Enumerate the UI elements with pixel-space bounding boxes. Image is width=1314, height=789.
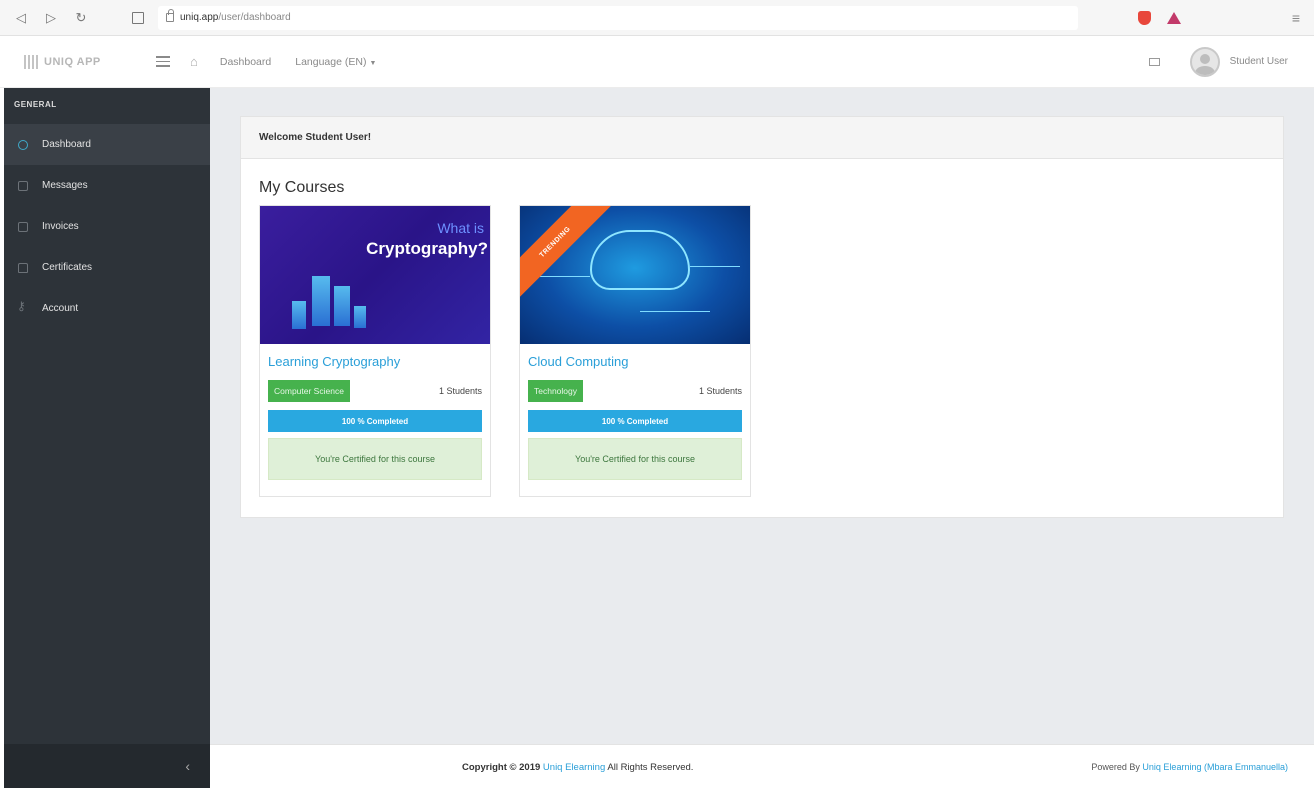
- brave-rewards-icon[interactable]: [1167, 11, 1181, 24]
- circuit-line: [640, 311, 710, 312]
- powered-link[interactable]: Uniq Elearning (Mbara Emmanuella): [1142, 762, 1288, 772]
- thumbnail-text-main: Cryptography?: [366, 239, 488, 258]
- copyright-text: Copyright © 2019 Uniq Elearning All Righ…: [462, 762, 693, 773]
- ribbon-text: TRENDING: [538, 225, 572, 259]
- section-title: My Courses: [259, 179, 345, 196]
- course-list: What is Cryptography? Learning Cryptogra…: [259, 205, 1283, 497]
- course-card-cloud-computing[interactable]: TRENDING Cloud Computing Technology 1 St…: [519, 205, 751, 497]
- url-host: uniq.app: [180, 12, 219, 23]
- circuit-line: [690, 266, 740, 267]
- progress-label: 100 % Completed: [341, 416, 409, 426]
- browser-menu-icon[interactable]: ≡: [1292, 10, 1300, 26]
- course-card-cryptography[interactable]: What is Cryptography? Learning Cryptogra…: [259, 205, 491, 497]
- certificates-icon: [18, 262, 28, 273]
- course-thumbnail[interactable]: TRENDING: [520, 206, 750, 344]
- page-footer: Copyright © 2019 Uniq Elearning All Righ…: [210, 744, 1314, 789]
- messages-icon: [18, 180, 28, 191]
- sidebar-item-dashboard[interactable]: Dashboard: [4, 124, 210, 165]
- progress-label: 100 % Completed: [601, 416, 669, 426]
- category-badge: Computer Science: [268, 380, 350, 402]
- category-badge: Technology: [528, 380, 584, 402]
- avatar[interactable]: [1189, 46, 1220, 77]
- sidebar-item-label: Invoices: [42, 221, 79, 232]
- chevron-left-icon: ‹: [185, 758, 190, 774]
- student-count: 1 Students: [438, 386, 482, 396]
- dashboard-icon: [18, 139, 28, 150]
- forward-icon[interactable]: ▷: [40, 7, 62, 29]
- main-content: Welcome Student User! My Courses What is…: [210, 88, 1314, 744]
- cloud-illustration: [590, 230, 690, 290]
- app-header: UNIQ APP ⌂ Dashboard Language (EN) ▼ Stud…: [0, 36, 1314, 88]
- home-icon[interactable]: ⌂: [190, 54, 198, 69]
- extension-icons: [1138, 10, 1181, 25]
- sidebar-collapse-button[interactable]: ‹: [4, 744, 210, 788]
- back-icon[interactable]: ◁: [10, 7, 32, 29]
- certified-notice: You're Certified for this course: [268, 438, 482, 480]
- thumbnail-text-top: What is: [437, 220, 484, 236]
- sidebar-item-label: Certificates: [42, 262, 93, 273]
- browser-nav-buttons: ◁ ▷ ↻: [10, 7, 92, 29]
- logo-mark-icon: [24, 54, 40, 69]
- key-icon: [17, 299, 28, 314]
- course-meta: Technology 1 Students: [528, 380, 742, 402]
- sidebar-item-label: Dashboard: [42, 139, 91, 150]
- mail-icon[interactable]: [1148, 57, 1160, 66]
- course-title[interactable]: Learning Cryptography: [268, 354, 490, 372]
- copyright-link[interactable]: Uniq Elearning: [543, 762, 605, 773]
- address-bar[interactable]: uniq.app/user/dashboard: [158, 5, 1078, 30]
- bookmark-icon[interactable]: [132, 11, 144, 24]
- language-label: Language (EN): [295, 55, 367, 68]
- sidebar-item-label: Messages: [42, 180, 88, 191]
- brave-shield-icon[interactable]: [1138, 10, 1151, 25]
- course-meta: Computer Science 1 Students: [268, 380, 482, 402]
- sidebar: GENERAL Dashboard Messages Invoices Cert…: [4, 88, 210, 788]
- student-count: 1 Students: [698, 386, 742, 396]
- dashboard-panel: Welcome Student User! My Courses What is…: [240, 116, 1284, 518]
- sidebar-heading: GENERAL: [14, 100, 57, 109]
- sidebar-item-invoices[interactable]: Invoices: [4, 206, 210, 247]
- browser-toolbar: ◁ ▷ ↻ uniq.app/user/dashboard ≡: [0, 0, 1314, 36]
- url-path: /user/dashboard: [218, 12, 291, 23]
- copyright-prefix: Copyright © 2019: [462, 761, 541, 773]
- crypto-illustration: [282, 266, 372, 336]
- powered-by-text: Powered By Uniq Elearning (Mbara Emmanue…: [1091, 762, 1288, 772]
- lock-icon: [166, 9, 174, 22]
- course-title[interactable]: Cloud Computing: [528, 354, 750, 372]
- invoices-icon: [18, 221, 28, 232]
- course-thumbnail[interactable]: What is Cryptography?: [260, 206, 490, 344]
- header-user-area: Student User: [1148, 46, 1288, 77]
- language-dropdown[interactable]: Language (EN) ▼: [295, 56, 376, 68]
- sidebar-item-messages[interactable]: Messages: [4, 165, 210, 206]
- progress-bar: 100 % Completed: [268, 410, 482, 432]
- copyright-suffix: All Rights Reserved.: [607, 761, 694, 773]
- certified-notice: You're Certified for this course: [528, 438, 742, 480]
- reload-icon[interactable]: ↻: [70, 7, 92, 29]
- powered-prefix: Powered By: [1091, 762, 1140, 772]
- progress-bar: 100 % Completed: [528, 410, 742, 432]
- sidebar-item-account[interactable]: Account: [4, 288, 210, 329]
- caret-down-icon: ▼: [369, 59, 377, 67]
- logo[interactable]: UNIQ APP: [24, 54, 134, 69]
- hamburger-menu-icon[interactable]: [156, 56, 170, 67]
- logo-text: UNIQ APP: [44, 55, 101, 68]
- user-name[interactable]: Student User: [1230, 56, 1288, 67]
- circuit-line: [540, 276, 590, 277]
- nav-dashboard-link[interactable]: Dashboard: [220, 56, 271, 68]
- sidebar-item-label: Account: [42, 303, 79, 314]
- welcome-header: Welcome Student User!: [241, 117, 1283, 159]
- sidebar-item-certificates[interactable]: Certificates: [4, 247, 210, 288]
